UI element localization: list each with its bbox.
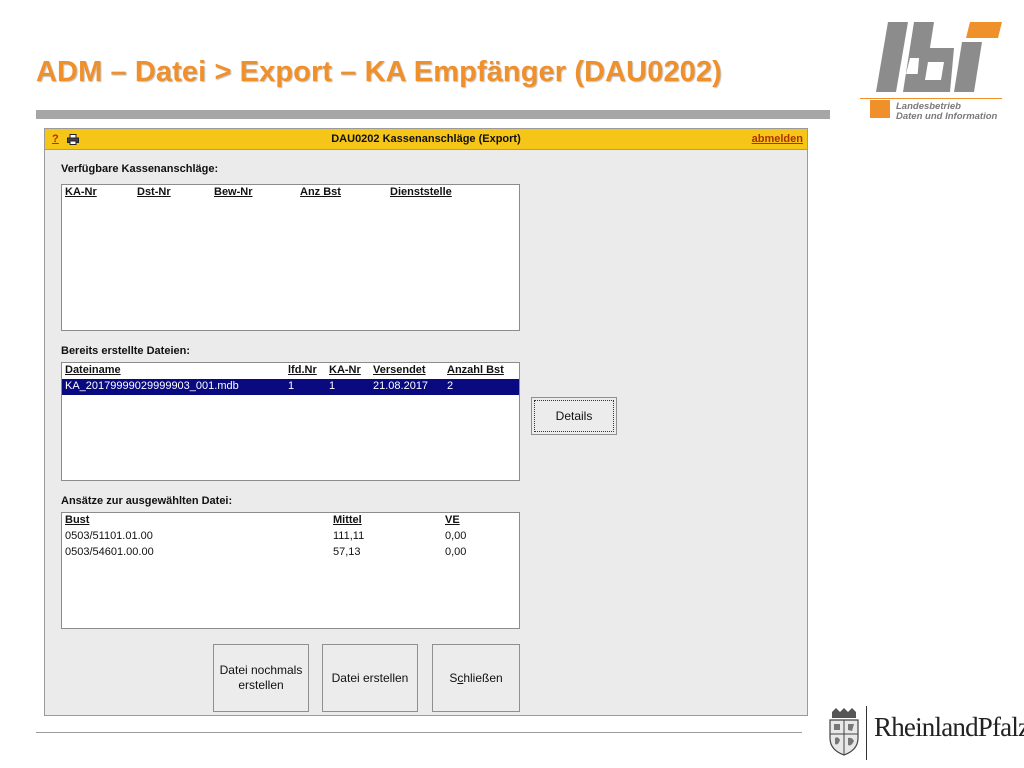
file-count: 2 — [447, 380, 454, 392]
file-sent-date: 21.08.2017 — [373, 380, 429, 392]
file-row[interactable]: KA_20179999029999903_001.mdb 1 1 21.08.2… — [62, 379, 519, 395]
col-ka-nr[interactable]: KA-Nr — [65, 186, 97, 198]
recreate-label-line2: erstellen — [238, 678, 284, 692]
create-file-button[interactable]: Datei erstellen — [322, 644, 418, 712]
col-files-ka-nr[interactable]: KA-Nr — [329, 364, 361, 376]
entry-mittel: 111,11 — [333, 530, 365, 542]
rlp-logo-text: RheinlandPfalz — [874, 712, 1024, 742]
col-bust[interactable]: Bust — [65, 514, 89, 526]
col-versendet[interactable]: Versendet — [373, 364, 426, 376]
slide-title: ADM – Datei > Export – KA Empfänger (DAU… — [36, 56, 722, 88]
col-bew-nr[interactable]: Bew-Nr — [214, 186, 253, 198]
entries-listbox[interactable]: Bust Mittel VE 0503/51101.01.00 111,11 0… — [61, 512, 520, 629]
entry-ve: 0,00 — [445, 530, 467, 542]
col-anz-bst[interactable]: Anz Bst — [300, 186, 341, 198]
help-link[interactable]: ? — [52, 133, 59, 145]
files-listbox[interactable]: Dateiname lfd.Nr KA-Nr Versendet Anzahl … — [61, 362, 520, 481]
close-label-pre: S — [449, 670, 458, 685]
col-ve[interactable]: VE — [445, 514, 460, 526]
entry-ve: 0,00 — [445, 546, 467, 558]
ldi-caption-line2: Daten und Information — [896, 111, 998, 122]
recreate-file-button[interactable]: Datei nochmals erstellen — [213, 644, 309, 712]
footer-rule — [36, 732, 802, 733]
entry-bust: 0503/51101.01.00 — [65, 530, 153, 542]
window-title: DAU0202 Kassenanschläge (Export) — [331, 133, 521, 145]
files-header: Dateiname lfd.Nr KA-Nr Versendet Anzahl … — [62, 363, 519, 379]
col-mittel[interactable]: Mittel — [333, 514, 362, 526]
entry-row[interactable]: 0503/51101.01.00 111,11 0,00 — [62, 529, 519, 545]
window-titlebar: ? DAU0202 Kassenanschläge (Export) abmel… — [45, 129, 807, 150]
col-dienststelle[interactable]: Dienststelle — [390, 186, 452, 198]
file-name: KA_20179999029999903_001.mdb — [65, 380, 239, 392]
entries-label: Ansätze zur ausgewählten Datei: — [61, 495, 233, 507]
entry-bust: 0503/54601.00.00 — [65, 546, 154, 558]
col-lfd-nr[interactable]: lfd.Nr — [288, 364, 317, 376]
file-lfd-nr: 1 — [288, 380, 295, 392]
rlp-divider — [866, 706, 867, 760]
close-button[interactable]: Sc hließen — [432, 644, 520, 712]
available-label: Verfügbare Kassenanschläge: — [61, 163, 219, 175]
entry-row[interactable]: 0503/54601.00.00 57,13 0,00 — [62, 545, 519, 561]
entries-header: Bust Mittel VE — [62, 513, 519, 529]
app-window: ? DAU0202 Kassenanschläge (Export) abmel… — [44, 128, 808, 716]
close-label-post: hließen — [463, 670, 503, 685]
details-button[interactable]: Details — [531, 397, 617, 435]
col-dateiname[interactable]: Dateiname — [65, 364, 121, 376]
available-listbox[interactable]: KA-Nr Dst-Nr Bew-Nr Anz Bst Dienststelle — [61, 184, 520, 331]
col-anzahl-bst[interactable]: Anzahl Bst — [447, 364, 504, 376]
printer-icon[interactable] — [67, 134, 79, 145]
available-header: KA-Nr Dst-Nr Bew-Nr Anz Bst Dienststelle — [62, 185, 519, 201]
coat-of-arms-icon — [829, 708, 859, 756]
recreate-label-line1: Datei nochmals — [219, 663, 303, 677]
col-dst-nr[interactable]: Dst-Nr — [137, 186, 171, 198]
entry-mittel: 57,13 — [333, 546, 361, 558]
logout-link[interactable]: abmelden — [752, 133, 803, 145]
file-ka-nr: 1 — [329, 380, 336, 392]
title-rule — [36, 110, 830, 119]
files-label: Bereits erstellte Dateien: — [61, 345, 190, 357]
